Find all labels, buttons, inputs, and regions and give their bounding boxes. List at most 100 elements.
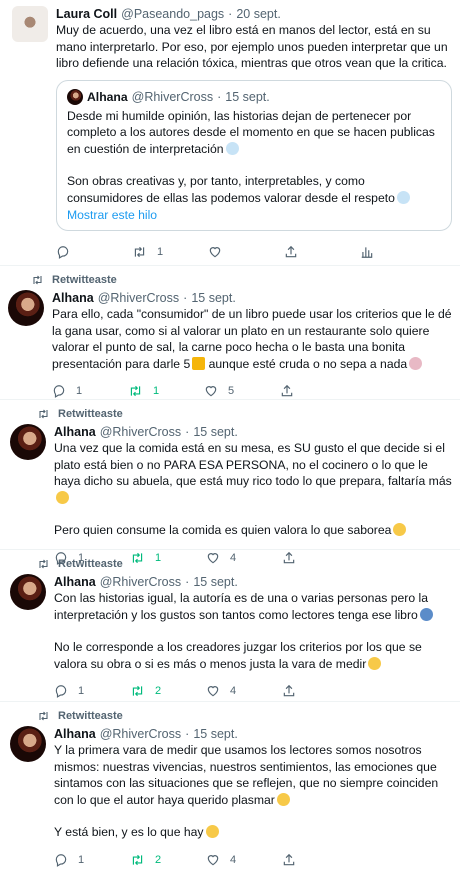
retweet-context-label[interactable]: Retwitteaste <box>58 408 123 420</box>
tweet[interactable]: Retwitteaste Alhana @RhiverCross · 15 se… <box>0 550 460 702</box>
tweet-date[interactable]: 15 sept. <box>193 574 237 590</box>
share-icon <box>282 684 296 698</box>
star-emoji <box>192 356 206 370</box>
heart-icon <box>204 384 218 398</box>
heart-icon <box>208 245 222 259</box>
like-button[interactable]: 4 <box>206 853 282 867</box>
author-name[interactable]: Alhana <box>52 290 94 306</box>
tweet-paragraph: Y está bien, y es lo que hay <box>54 825 204 839</box>
retweet-count: 2 <box>155 853 162 866</box>
reply-button[interactable]: 1 <box>52 384 128 398</box>
retweet-context-label[interactable]: Retwitteaste <box>58 710 123 722</box>
tweet-actions: 1 2 4 <box>54 845 452 871</box>
retweet-context: Retwitteaste <box>10 404 452 424</box>
quoted-tweet[interactable]: Alhana @RhiverCross · 15 sept. Desde mi … <box>56 79 452 231</box>
tweet[interactable]: Retwitteaste Alhana @RhiverCross · 15 se… <box>0 400 460 565</box>
tweet[interactable]: Retwitteaste Alhana @RhiverCross · 15 se… <box>0 702 460 871</box>
author-name[interactable]: Alhana <box>54 424 96 440</box>
busts-in-silhouette-emoji <box>419 607 433 621</box>
tweet-paragraph: Y la primera vara de medir que usamos lo… <box>54 743 439 807</box>
share-button[interactable] <box>282 684 296 698</box>
tweet-date[interactable]: 15 sept. <box>193 726 237 742</box>
retweet-count: 2 <box>155 685 162 697</box>
separator: · <box>185 727 190 741</box>
share-icon <box>282 853 296 867</box>
separator: · <box>185 425 190 439</box>
woman-shrugging-emoji <box>409 356 423 370</box>
avatar[interactable] <box>12 6 48 42</box>
author-name[interactable]: Alhana <box>54 574 96 590</box>
like-button[interactable]: 5 <box>204 384 280 398</box>
grinning-sweat-emoji <box>56 490 69 504</box>
tweet-text: Con las historias igual, la autoría es d… <box>54 590 452 672</box>
tweet-paragraph: Una vez que la comida está en su mesa, e… <box>54 441 452 488</box>
retweet-context-label[interactable]: Retwitteaste <box>58 558 123 570</box>
quote-paragraph: Son obras creativas y, por tanto, interp… <box>67 174 395 205</box>
like-count: 5 <box>228 385 235 397</box>
tweet[interactable]: Laura Coll @Paseando_pags · 20 sept. Muy… <box>0 0 460 266</box>
separator: · <box>228 7 233 21</box>
like-count: 4 <box>230 853 237 866</box>
tweet-date[interactable]: 15 sept. <box>193 424 237 440</box>
avatar[interactable] <box>10 424 46 460</box>
show-thread-link[interactable]: Mostrar este hilo <box>67 208 441 222</box>
retweet-icon <box>36 557 50 571</box>
tweet-paragraph: Pero quien consume la comida es quien va… <box>54 523 392 537</box>
share-button[interactable] <box>284 245 360 259</box>
relieved-face-emoji <box>276 792 290 806</box>
avatar[interactable] <box>8 290 44 326</box>
winking-emoji <box>393 523 407 536</box>
retweet-button[interactable]: 1 <box>128 384 204 398</box>
reply-icon <box>56 245 70 259</box>
tweet-date[interactable]: 15 sept. <box>191 290 235 306</box>
author-name[interactable]: Alhana <box>54 726 96 742</box>
reply-button[interactable]: 1 <box>54 684 130 698</box>
share-button[interactable] <box>280 384 294 398</box>
tweet-paragraph: Con las historias igual, la autoría es d… <box>54 591 428 622</box>
share-button[interactable] <box>282 853 296 867</box>
retweet-context: Retwitteaste <box>8 270 452 290</box>
retweet-button[interactable]: 1 <box>132 245 208 259</box>
share-icon <box>284 245 298 259</box>
retweet-context-label[interactable]: Retwitteaste <box>52 274 117 286</box>
reply-count: 1 <box>76 385 83 397</box>
retweet-button[interactable]: 2 <box>130 853 206 867</box>
tweet-text: Muy de acuerdo, una vez el libro está en… <box>56 22 452 72</box>
separator: · <box>185 575 190 589</box>
avatar[interactable] <box>10 574 46 610</box>
reply-icon <box>52 384 66 398</box>
like-button[interactable]: 4 <box>206 684 282 698</box>
author-handle[interactable]: @RhiverCross <box>100 424 181 440</box>
retweet-icon <box>132 245 147 259</box>
author-handle[interactable]: @RhiverCross <box>100 726 181 742</box>
quote-avatar <box>67 88 83 105</box>
reply-icon <box>54 684 68 698</box>
separator: · <box>183 291 188 305</box>
retweet-count: 1 <box>153 385 160 397</box>
retweet-icon <box>130 853 145 867</box>
retweet-count: 1 <box>157 246 164 258</box>
author-name[interactable]: Laura Coll <box>56 6 117 22</box>
speech-bubble-emoji <box>225 141 239 155</box>
author-handle[interactable]: @Paseando_pags <box>121 6 224 22</box>
author-handle[interactable]: @RhiverCross <box>100 574 181 590</box>
quote-author-name: Alhana <box>87 89 128 104</box>
tweet-text: Una vez que la comida está en su mesa, e… <box>54 440 452 539</box>
like-button[interactable] <box>208 245 284 259</box>
tweet[interactable]: Retwitteaste Alhana @RhiverCross · 15 se… <box>0 266 460 400</box>
author-handle[interactable]: @RhiverCross <box>98 290 179 306</box>
reply-button[interactable] <box>56 245 132 259</box>
grinning-sweat-emoji <box>368 656 382 670</box>
reply-button[interactable]: 1 <box>54 853 130 867</box>
avatar[interactable] <box>10 726 46 762</box>
reply-count: 1 <box>78 685 85 697</box>
retweet-icon <box>130 684 145 698</box>
reply-count: 1 <box>78 853 85 866</box>
retweet-icon <box>128 384 143 398</box>
speech-bubble-emoji <box>396 190 410 204</box>
tweet-date[interactable]: 20 sept. <box>236 6 280 22</box>
analytics-button[interactable] <box>360 245 374 259</box>
tweet-paragraph: No le corresponde a los creadores juzgar… <box>54 640 422 671</box>
analytics-icon <box>360 245 374 259</box>
retweet-button[interactable]: 2 <box>130 684 206 698</box>
